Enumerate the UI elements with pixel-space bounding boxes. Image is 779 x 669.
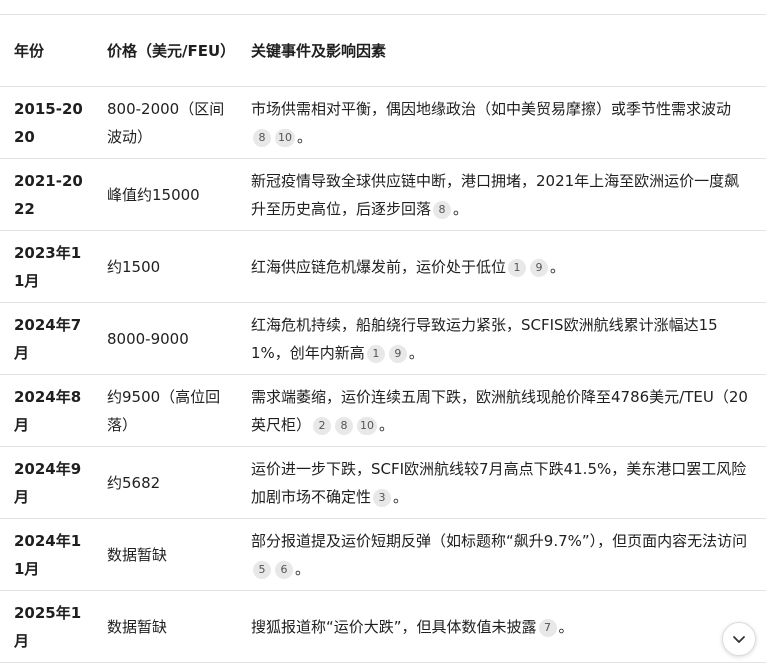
cell-price: 约1500	[107, 257, 161, 276]
cell-price: 约5682	[107, 473, 161, 492]
cell-price: 峰值约15000	[107, 185, 200, 204]
event-text: 搜狐报道称“运价大跌”，但具体数值未披露	[251, 617, 537, 636]
cell-event: 红海危机持续，船舶绕行导致运力紧张，SCFIS欧洲航线累计涨幅达151%，创年内…	[237, 303, 766, 375]
citation-badge[interactable]: 8	[335, 416, 354, 435]
cell-event: 搜狐报道称“运价大跌”，但具体数值未披露 7。	[237, 591, 766, 663]
table-row: 2024年7月 8000-9000 红海危机持续，船舶绕行导致运力紧张，SCFIS欧…	[0, 303, 766, 375]
cell-event: 新冠疫情导致全球供应链中断，港口拥堵，2021年上海至欧洲运价一度飙升至历史高位…	[237, 159, 766, 231]
event-end-punctuation: 。	[297, 127, 313, 146]
cell-price: 数据暂缺	[107, 545, 168, 564]
cell-event: 市场供需相对平衡，偶因地缘政治（如中美贸易摩擦）或季节性需求波动 8 10。	[237, 87, 766, 159]
citation-badge[interactable]: 9	[530, 258, 549, 277]
citation-badge[interactable]: 5	[253, 560, 271, 579]
header-price: 价格（美元/FEU）	[107, 41, 236, 60]
event-text: 市场供需相对平衡，偶因地缘政治（如中美贸易摩擦）或季节性需求波动	[251, 99, 732, 118]
event-text: 红海危机持续，船舶绕行导致运力紧张，SCFIS欧洲航线累计涨幅达151%，创年内…	[251, 315, 718, 362]
cell-event: 部分报道提及运价短期反弹（如标题称“飙升9.7%”），但页面内容无法访问 5 6。	[237, 519, 766, 591]
cell-year: 2021-2022	[14, 171, 83, 218]
cell-event: 需求端萎缩，运价连续五周下跌，欧洲航线现舱价降至4786美元/TEU（20英尺柜…	[237, 375, 766, 447]
cell-event: 运价进一步下跌，SCFI欧洲航线较7月高点下跌41.5%，美东港口罢工风险加剧市…	[237, 447, 766, 519]
citation-badge[interactable]: 3	[373, 488, 392, 507]
cell-year: 2015-2020	[14, 99, 83, 146]
cell-price: 800-2000（区间波动）	[107, 99, 225, 146]
table-row: 2024年9月 约5682 运价进一步下跌，SCFI欧洲航线较7月高点下跌41.5%…	[0, 447, 766, 519]
event-text: 运价进一步下跌，SCFI欧洲航线较7月高点下跌41.5%，美东港口罢工风险加剧市…	[251, 459, 747, 506]
table-row: 2021-2022 峰值约15000 新冠疫情导致全球供应链中断，港口拥堵，2021…	[0, 159, 766, 231]
table-row: 2023年11月 约1500 红海供应链危机爆发前，运价处于低位 1 9。	[0, 231, 766, 303]
scroll-down-button[interactable]	[722, 622, 756, 656]
table-row: 2015-2020 800-2000（区间波动） 市场供需相对平衡，偶因地缘政治（如…	[0, 87, 766, 159]
event-end-punctuation: 。	[558, 617, 574, 636]
table-row: 2024年8月 约9500（高位回落） 需求端萎缩，运价连续五周下跌，欧洲航线现舱价…	[0, 375, 766, 447]
citation-badge[interactable]: 10	[275, 128, 295, 147]
cell-year: 2023年11月	[14, 243, 82, 290]
citation-badge[interactable]: 1	[508, 258, 527, 277]
cell-year: 2024年8月	[14, 387, 82, 434]
citation-badge[interactable]: 8	[433, 200, 452, 219]
cell-year: 2024年11月	[14, 531, 82, 578]
header-event: 关键事件及影响因素	[251, 41, 387, 60]
table-row: 2024年11月 数据暂缺 部分报道提及运价短期反弹（如标题称“飙升9.7%”），但…	[0, 519, 766, 591]
cell-year: 2024年7月	[14, 315, 82, 362]
price-history-table: 年份 价格（美元/FEU） 关键事件及影响因素 2015-2020 800-200…	[0, 14, 766, 663]
table-body: 2015-2020 800-2000（区间波动） 市场供需相对平衡，偶因地缘政治（如…	[0, 87, 766, 663]
event-text: 红海供应链危机爆发前，运价处于低位	[251, 257, 507, 276]
event-text: 部分报道提及运价短期反弹（如标题称“飙升9.7%”），但页面内容无法访问	[251, 531, 748, 550]
table-header: 年份 价格（美元/FEU） 关键事件及影响因素	[0, 14, 766, 87]
event-end-punctuation: 。	[453, 199, 469, 218]
citation-badge[interactable]: 8	[253, 128, 271, 147]
cell-year: 2025年1月	[14, 603, 82, 650]
price-history-table-container: 年份 价格（美元/FEU） 关键事件及影响因素 2015-2020 800-200…	[0, 14, 766, 663]
chevron-down-icon	[733, 636, 745, 643]
citation-badge[interactable]: 9	[388, 344, 407, 363]
cell-price: 8000-9000	[107, 329, 189, 348]
table-header-row: 年份 价格（美元/FEU） 关键事件及影响因素	[0, 14, 766, 87]
header-year: 年份	[14, 41, 45, 60]
event-end-punctuation: 。	[295, 559, 311, 578]
citation-badge[interactable]: 6	[275, 560, 293, 579]
citation-badge[interactable]: 7	[538, 618, 557, 637]
citation-badge[interactable]: 1	[366, 344, 385, 363]
citation-badge[interactable]: 2	[313, 416, 332, 435]
table-row: 2025年1月 数据暂缺 搜狐报道称“运价大跌”，但具体数值未披露 7。	[0, 591, 766, 663]
citation-badge[interactable]: 10	[357, 416, 378, 435]
event-end-punctuation: 。	[379, 415, 395, 434]
cell-event: 红海供应链危机爆发前，运价处于低位 1 9。	[237, 231, 766, 303]
event-end-punctuation: 。	[393, 487, 409, 506]
cell-year: 2024年9月	[14, 459, 82, 506]
event-end-punctuation: 。	[550, 257, 566, 276]
cell-price: 约9500（高位回落）	[107, 387, 221, 434]
event-end-punctuation: 。	[408, 343, 424, 362]
cell-price: 数据暂缺	[107, 617, 168, 636]
event-text: 新冠疫情导致全球供应链中断，港口拥堵，2021年上海至欧洲运价一度飙升至历史高位…	[251, 171, 740, 218]
